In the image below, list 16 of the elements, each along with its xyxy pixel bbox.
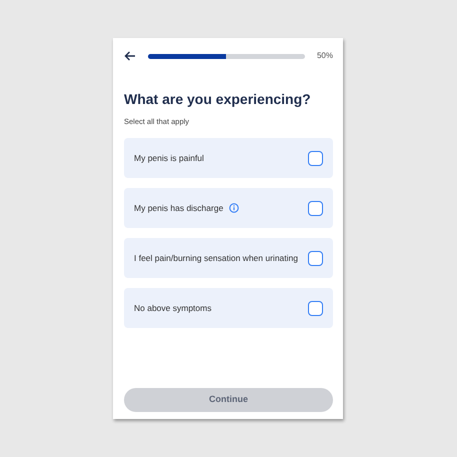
checkbox[interactable] <box>308 200 323 216</box>
progress-reading: 50% <box>316 50 333 62</box>
option-label: No above symptoms <box>134 302 212 315</box>
option-row[interactable]: I feel pain/burning sensation when urinating <box>124 238 333 278</box>
option-row[interactable]: My penis has discharge <box>124 188 333 228</box>
checkbox[interactable] <box>308 300 323 316</box>
option-label: I feel pain/burning sensation when urinating <box>134 252 298 265</box>
checkbox[interactable] <box>308 250 323 266</box>
back-button[interactable] <box>124 51 136 61</box>
checkbox[interactable] <box>308 150 323 166</box>
question-title: What are you experiencing? <box>124 90 312 109</box>
option-label: My penis has discharge <box>134 202 224 215</box>
option-row[interactable]: No above symptoms <box>124 288 333 328</box>
option-label: My penis is painful <box>134 152 204 165</box>
info-icon[interactable] <box>229 203 240 214</box>
option-row[interactable]: My penis is painful <box>124 138 333 178</box>
